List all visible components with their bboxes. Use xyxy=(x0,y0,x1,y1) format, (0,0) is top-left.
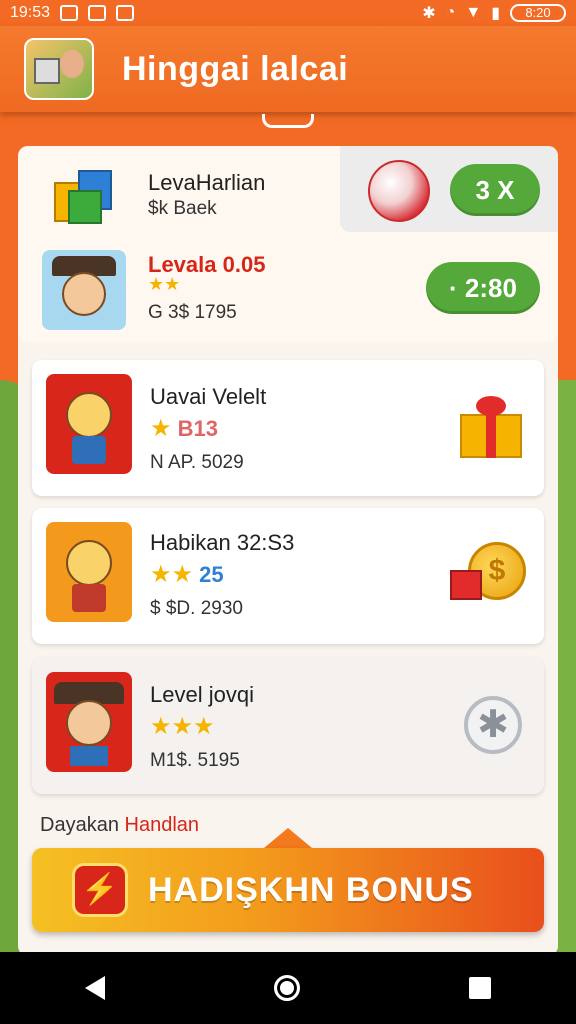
row-rating: ★ B13 xyxy=(150,414,218,443)
level-subtitle: G 3$ 1795 xyxy=(148,302,237,323)
gift-icon[interactable] xyxy=(460,396,522,458)
small-gift-icon xyxy=(450,570,482,600)
bluetooth-icon: ✱ xyxy=(422,5,436,22)
row-subtitle: N AP. 5029 xyxy=(150,452,244,473)
recent-apps-icon[interactable] xyxy=(469,977,492,999)
star-rating: ★ xyxy=(150,415,172,442)
gift-ball-icon xyxy=(368,160,430,222)
star-rating: ★★ xyxy=(150,561,194,588)
reward-count-button[interactable]: 3 X xyxy=(450,164,540,216)
row-title: Habikan 32:S3 xyxy=(150,530,295,555)
system-nav-bar xyxy=(0,952,576,1024)
bonus-label: HADIŞKHN BONUS xyxy=(148,870,474,909)
message-icon xyxy=(88,5,107,21)
battery-indicator: 8:20 xyxy=(510,4,566,22)
list-item[interactable]: Level jovqi ★★★ M1$. 5195 ✱ xyxy=(32,658,544,794)
app-logo[interactable] xyxy=(24,38,94,100)
section-label: Dayakan Handlan xyxy=(40,814,199,837)
alarm-icon: ◔ xyxy=(445,4,456,21)
row-subtitle: $ $D. 2930 xyxy=(150,598,243,619)
gift-reward-box[interactable]: 3 X xyxy=(340,146,558,232)
snowflake-icon[interactable]: ✱ xyxy=(464,696,522,754)
notification-icon xyxy=(60,5,79,21)
back-icon[interactable] xyxy=(84,976,105,1000)
section-label-prefix: Dayakan xyxy=(40,814,119,836)
rating-value: 25 xyxy=(199,562,224,587)
timer-button[interactable]: · 2:80 xyxy=(426,262,540,314)
row-rating: ★★★ xyxy=(150,712,215,741)
rating-value: B13 xyxy=(177,416,218,441)
bonus-pointer xyxy=(264,828,312,848)
status-time: 19:53 xyxy=(10,4,51,21)
section-label-highlight: Handlan xyxy=(124,814,200,836)
status-bar: 19:53 ✱ ◔ ▼ ▮ 8:20 xyxy=(0,0,576,26)
image-icon xyxy=(116,5,135,21)
app-title: Hinggai lalcai xyxy=(122,49,349,88)
app-bar: Hinggai lalcai xyxy=(0,26,576,112)
pull-handle[interactable] xyxy=(262,114,314,128)
wifi-icon: ▼ xyxy=(465,4,482,21)
cowboy-avatar xyxy=(42,250,126,330)
list-item[interactable]: Uavai Velelt ★ B13 N AP. 5029 xyxy=(32,360,544,496)
list-item[interactable]: Habikan 32:S3 ★★ 25 $ $D. 2930 $ xyxy=(32,508,544,644)
home-icon[interactable] xyxy=(273,975,300,1001)
row-title: Uavai Velelt xyxy=(150,384,267,409)
cowboy-avatar xyxy=(46,672,132,772)
daily-card: LevaHarlian $k Baek 3 X Levala 0.05 ★★ G… xyxy=(18,146,558,342)
signal-icon: ▮ xyxy=(491,5,500,22)
kid-avatar xyxy=(46,374,132,474)
star-rating: ★★★ xyxy=(150,713,215,740)
bonus-button[interactable]: ⚡ HADIŞKHN BONUS xyxy=(32,848,544,932)
lightning-icon: ⚡ xyxy=(72,863,128,917)
item-title: LevaHarlian xyxy=(148,170,266,195)
row-subtitle: M1$. 5195 xyxy=(150,750,240,771)
level-stars: ★★ xyxy=(148,274,181,294)
blocks-icon xyxy=(50,164,122,230)
item-subtitle: $k Baek xyxy=(148,198,217,219)
kid-avatar xyxy=(46,522,132,622)
row-rating: ★★ 25 xyxy=(150,560,224,589)
row-title: Level jovqi xyxy=(150,682,254,707)
